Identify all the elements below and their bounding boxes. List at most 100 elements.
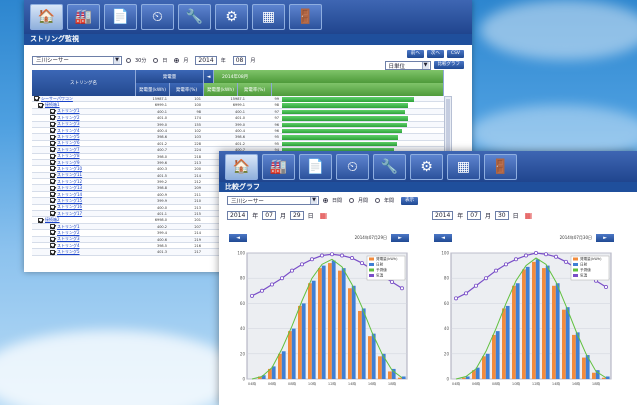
nav-home-button[interactable]: 🏠 xyxy=(30,4,63,30)
year-input[interactable]: 2014 xyxy=(432,211,454,220)
prev-button[interactable]: 前へ xyxy=(406,50,424,58)
nav-solar-panel-button[interactable]: ▦ xyxy=(252,4,285,30)
plant-select[interactable]: 三川シーサー ▼ xyxy=(227,196,319,205)
chart-next-button[interactable]: ► xyxy=(596,234,614,242)
cell-v1: 400.9 xyxy=(156,192,167,197)
row-checkbox[interactable] xyxy=(38,102,43,108)
radio-daily[interactable] xyxy=(323,198,328,203)
row-checkbox[interactable] xyxy=(50,249,55,255)
x-tick-label: 08時 xyxy=(288,381,297,386)
month-input[interactable]: 07 xyxy=(262,211,276,220)
cell-v2: 224 xyxy=(194,148,201,153)
nav-home-button[interactable]: 🏠 xyxy=(225,153,258,180)
string-link[interactable]: ストリング2 xyxy=(57,230,80,236)
row-checkbox[interactable] xyxy=(50,121,55,127)
temp-point xyxy=(504,262,509,267)
row-checkbox[interactable] xyxy=(50,115,55,121)
string-link[interactable]: ストリング17 xyxy=(57,211,82,217)
row-checkbox[interactable] xyxy=(50,230,55,236)
nav-tools-button[interactable]: 🔧 xyxy=(178,4,211,30)
legend-swatch xyxy=(573,274,578,277)
csv-button[interactable]: CSV xyxy=(446,50,464,58)
row-checkbox[interactable] xyxy=(50,236,55,242)
string-link[interactable]: ストリング5 xyxy=(57,249,80,255)
row-checkbox[interactable] xyxy=(50,185,55,191)
nav-settings-button[interactable]: ⚙ xyxy=(410,153,443,180)
day-input[interactable]: 30 xyxy=(494,211,509,220)
row-checkbox[interactable] xyxy=(50,140,55,146)
cell-v2: 103 xyxy=(194,135,201,140)
row-checkbox[interactable] xyxy=(50,243,55,249)
string-link[interactable]: ストリング1 xyxy=(57,108,80,114)
unit-select[interactable]: 日単位 ▼ xyxy=(384,61,431,70)
compare-graph-button[interactable]: 比較グラフ xyxy=(433,61,464,69)
calendar-icon[interactable]: ▦ xyxy=(525,211,533,220)
row-checkbox[interactable] xyxy=(50,192,55,198)
string-link[interactable]: ストリング12 xyxy=(57,179,82,185)
row-checkbox[interactable] xyxy=(50,198,55,204)
row-checkbox[interactable] xyxy=(50,134,55,140)
row-checkbox[interactable] xyxy=(50,204,55,210)
string-link[interactable]: ストリング13 xyxy=(57,185,82,191)
string-link[interactable]: ストリング16 xyxy=(57,204,82,210)
row-checkbox[interactable] xyxy=(38,217,43,223)
show-button[interactable]: 表示 xyxy=(401,196,419,205)
radio-30min[interactable] xyxy=(126,57,131,63)
nav-meter-button[interactable]: ⏲ xyxy=(336,153,369,180)
row-checkbox[interactable] xyxy=(50,224,55,229)
string-link[interactable]: ストリング7 xyxy=(57,147,80,153)
month-input[interactable]: 08 xyxy=(232,55,247,65)
radio-yearly[interactable] xyxy=(375,198,381,203)
row-checkbox[interactable] xyxy=(50,108,55,114)
calendar-icon[interactable]: ▦ xyxy=(320,211,328,220)
plant-select[interactable]: 三川シーサー ▼ xyxy=(32,55,122,65)
nav-logout-button[interactable]: 🚪 xyxy=(289,4,322,30)
nav-report-button[interactable]: 📄 xyxy=(104,4,137,30)
row-checkbox[interactable] xyxy=(50,211,55,217)
string-link[interactable]: ストリング1 xyxy=(57,224,80,230)
string-link[interactable]: シーサーパワコン xyxy=(41,96,73,102)
nav-factory-button[interactable]: 🏭 xyxy=(262,153,295,180)
string-link[interactable]: ストリング8 xyxy=(57,153,80,159)
year-input[interactable]: 2014 xyxy=(227,211,249,220)
day-input[interactable]: 29 xyxy=(289,211,304,220)
string-link[interactable]: ストリング2 xyxy=(57,115,80,121)
string-link[interactable]: ストリング11 xyxy=(57,172,82,178)
string-link[interactable]: ストリング6 xyxy=(57,140,80,146)
string-link[interactable]: ストリング3 xyxy=(57,236,80,242)
nav-report-button[interactable]: 📄 xyxy=(299,153,332,180)
cell-v2: 213 xyxy=(194,205,201,210)
nav-factory-button[interactable]: 🏭 xyxy=(67,4,100,30)
nav-logout-button[interactable]: 🚪 xyxy=(484,153,517,180)
row-checkbox[interactable] xyxy=(50,179,55,185)
radio-month[interactable] xyxy=(174,57,180,63)
cell-v2: 214 xyxy=(194,231,201,236)
string-link[interactable]: 接続箱2 xyxy=(45,217,60,223)
nav-tools-button[interactable]: 🔧 xyxy=(373,153,406,180)
radio-day[interactable] xyxy=(153,57,159,63)
string-link[interactable]: ストリング3 xyxy=(57,121,80,127)
row-checkbox[interactable] xyxy=(50,128,55,134)
nav-meter-button[interactable]: ⏲ xyxy=(141,4,174,30)
radio-monthly[interactable] xyxy=(349,198,355,203)
chart-prev-button[interactable]: ◄ xyxy=(434,234,452,242)
month-input[interactable]: 07 xyxy=(467,211,481,220)
nav-settings-button[interactable]: ⚙ xyxy=(215,4,248,30)
nav-solar-panel-button[interactable]: ▦ xyxy=(447,153,480,180)
next-button[interactable]: 次へ xyxy=(426,50,444,58)
chart-next-button[interactable]: ► xyxy=(391,234,409,242)
row-checkbox[interactable] xyxy=(50,166,55,172)
row-checkbox[interactable] xyxy=(50,147,55,153)
row-checkbox[interactable] xyxy=(50,172,55,178)
period-prev-button[interactable]: ◄ xyxy=(204,70,214,83)
string-link[interactable]: ストリング14 xyxy=(57,192,82,198)
string-link[interactable]: ストリング9 xyxy=(57,160,80,166)
cell-v1: 399.6 xyxy=(156,160,167,165)
row-checkbox[interactable] xyxy=(50,153,55,159)
chart-prev-button[interactable]: ◄ xyxy=(229,234,247,242)
row-checkbox[interactable] xyxy=(34,96,39,102)
row-checkbox[interactable] xyxy=(50,160,55,166)
string-link[interactable]: ストリング4 xyxy=(57,128,80,134)
string-link[interactable]: ストリング4 xyxy=(57,243,80,249)
year-input[interactable]: 2014 xyxy=(195,55,217,65)
